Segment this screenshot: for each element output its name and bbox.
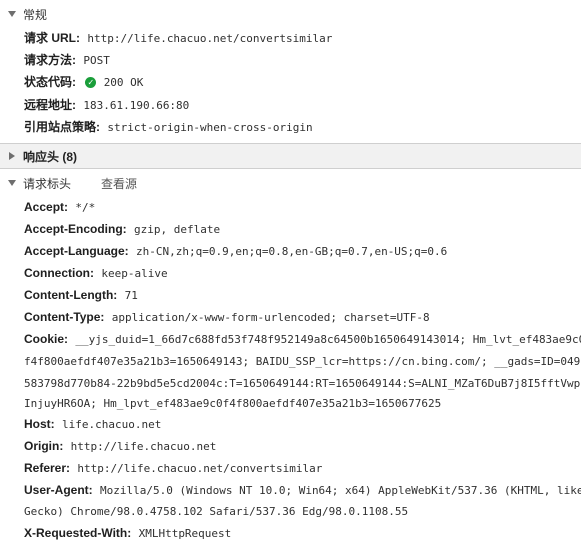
- header-origin-value: http://life.chacuo.net: [70, 440, 217, 453]
- header-user-agent-key: User-Agent:: [24, 483, 93, 497]
- request-url-value: http://life.chacuo.net/convertsimilar: [87, 32, 333, 45]
- request-headers-title: 请求标头: [23, 176, 72, 191]
- header-accept-language-key: Accept-Language:: [24, 244, 129, 258]
- header-user-agent-continuation: Gecko) Chrome/98.0.4758.102 Safari/537.3…: [24, 503, 581, 520]
- request-method-value: POST: [83, 54, 110, 67]
- status-code-label: 状态代码:: [24, 75, 76, 89]
- header-accept-value: */*: [75, 201, 96, 214]
- header-referer-key: Referer:: [24, 461, 71, 475]
- referrer-policy-row: 引用站点策略: strict-origin-when-cross-origin: [24, 119, 581, 136]
- header-host-row: Host: life.chacuo.net: [24, 416, 581, 433]
- header-referer-row: Referer: http://life.chacuo.net/converts…: [24, 460, 581, 477]
- header-accept-language-value: zh-CN,zh;q=0.9,en;q=0.8,en-GB;q=0.7,en-U…: [136, 245, 448, 258]
- header-host-key: Host:: [24, 417, 55, 431]
- view-source-link[interactable]: 查看源: [101, 175, 137, 192]
- general-section-title: 常规: [23, 7, 48, 22]
- header-connection-row: Connection: keep-alive: [24, 265, 581, 282]
- header-cookie-key: Cookie:: [24, 332, 69, 346]
- header-connection-key: Connection:: [24, 266, 94, 280]
- header-cookie-value-line2: f4f800aefdf407e35a21b3=1650649143; BAIDU…: [24, 355, 581, 368]
- header-accept-encoding-key: Accept-Encoding:: [24, 222, 127, 236]
- header-cookie-continuation: 583798d770b84-22b9bd5e5cd2004c:T=1650649…: [24, 375, 581, 392]
- header-user-agent-row: User-Agent: Mozilla/5.0 (Windows NT 10.0…: [24, 482, 581, 499]
- request-headers-section-header[interactable]: 请求标头 查看源: [0, 171, 581, 195]
- header-x-requested-with-key: X-Requested-With:: [24, 526, 132, 540]
- header-cookie-value-line1: __yjs_duid=1_66d7c688fd53f748f952149a8c6…: [75, 333, 581, 346]
- referrer-policy-label: 引用站点策略:: [24, 120, 100, 134]
- remote-address-row: 远程地址: 183.61.190.66:80: [24, 97, 581, 114]
- header-user-agent-value-line2: Gecko) Chrome/98.0.4758.102 Safari/537.3…: [24, 505, 409, 518]
- header-content-length-value: 71: [124, 289, 138, 302]
- request-method-label: 请求方法:: [24, 53, 76, 67]
- header-cookie-value-line4: InjuyHR6OA; Hm_lpvt_ef483ae9c0f4f800aefd…: [24, 397, 442, 410]
- header-x-requested-with-row: X-Requested-With: XMLHttpRequest: [24, 525, 581, 542]
- header-x-requested-with-value: XMLHttpRequest: [138, 527, 232, 540]
- header-accept-row: Accept: */*: [24, 199, 581, 216]
- header-accept-encoding-row: Accept-Encoding: gzip, deflate: [24, 221, 581, 238]
- request-url-row: 请求 URL: http://life.chacuo.net/convertsi…: [24, 30, 581, 47]
- remote-address-value: 183.61.190.66:80: [83, 99, 190, 112]
- status-code-row: 状态代码: ✓ 200 OK: [24, 74, 581, 91]
- header-accept-key: Accept:: [24, 200, 69, 214]
- triangle-right-icon: [9, 152, 15, 160]
- status-code-value: 200 OK: [103, 76, 144, 89]
- header-origin-key: Origin:: [24, 439, 64, 453]
- header-cookie-continuation: f4f800aefdf407e35a21b3=1650649143; BAIDU…: [24, 353, 581, 370]
- header-content-length-key: Content-Length:: [24, 288, 118, 302]
- general-section-header[interactable]: 常规: [0, 2, 581, 26]
- header-content-type-row: Content-Type: application/x-www-form-url…: [24, 309, 581, 326]
- response-headers-section-header[interactable]: 响应头 (8): [0, 143, 581, 169]
- header-cookie-value-line3: 583798d770b84-22b9bd5e5cd2004c:T=1650649…: [24, 377, 581, 390]
- header-referer-value: http://life.chacuo.net/convertsimilar: [77, 462, 323, 475]
- header-host-value: life.chacuo.net: [62, 418, 162, 431]
- header-user-agent-value-line1: Mozilla/5.0 (Windows NT 10.0; Win64; x64…: [100, 484, 581, 497]
- header-cookie-row: Cookie: __yjs_duid=1_66d7c688fd53f748f95…: [24, 331, 581, 348]
- response-headers-title: 响应头 (8): [23, 149, 78, 164]
- green-check-circle-icon: ✓: [85, 77, 97, 88]
- request-url-label: 请求 URL:: [24, 31, 80, 45]
- header-content-length-row: Content-Length: 71: [24, 287, 581, 304]
- triangle-down-icon: [8, 180, 16, 186]
- header-accept-language-row: Accept-Language: zh-CN,zh;q=0.9,en;q=0.8…: [24, 243, 581, 260]
- header-content-type-key: Content-Type:: [24, 310, 105, 324]
- header-content-type-value: application/x-www-form-urlencoded; chars…: [111, 311, 430, 324]
- request-method-row: 请求方法: POST: [24, 52, 581, 69]
- referrer-policy-value: strict-origin-when-cross-origin: [107, 121, 313, 134]
- remote-address-label: 远程地址:: [24, 98, 76, 112]
- header-connection-value: keep-alive: [101, 267, 168, 280]
- header-cookie-continuation: InjuyHR6OA; Hm_lpvt_ef483ae9c0f4f800aefd…: [24, 395, 581, 412]
- header-origin-row: Origin: http://life.chacuo.net: [24, 438, 581, 455]
- header-accept-encoding-value: gzip, deflate: [134, 223, 221, 236]
- triangle-down-icon: [8, 11, 16, 17]
